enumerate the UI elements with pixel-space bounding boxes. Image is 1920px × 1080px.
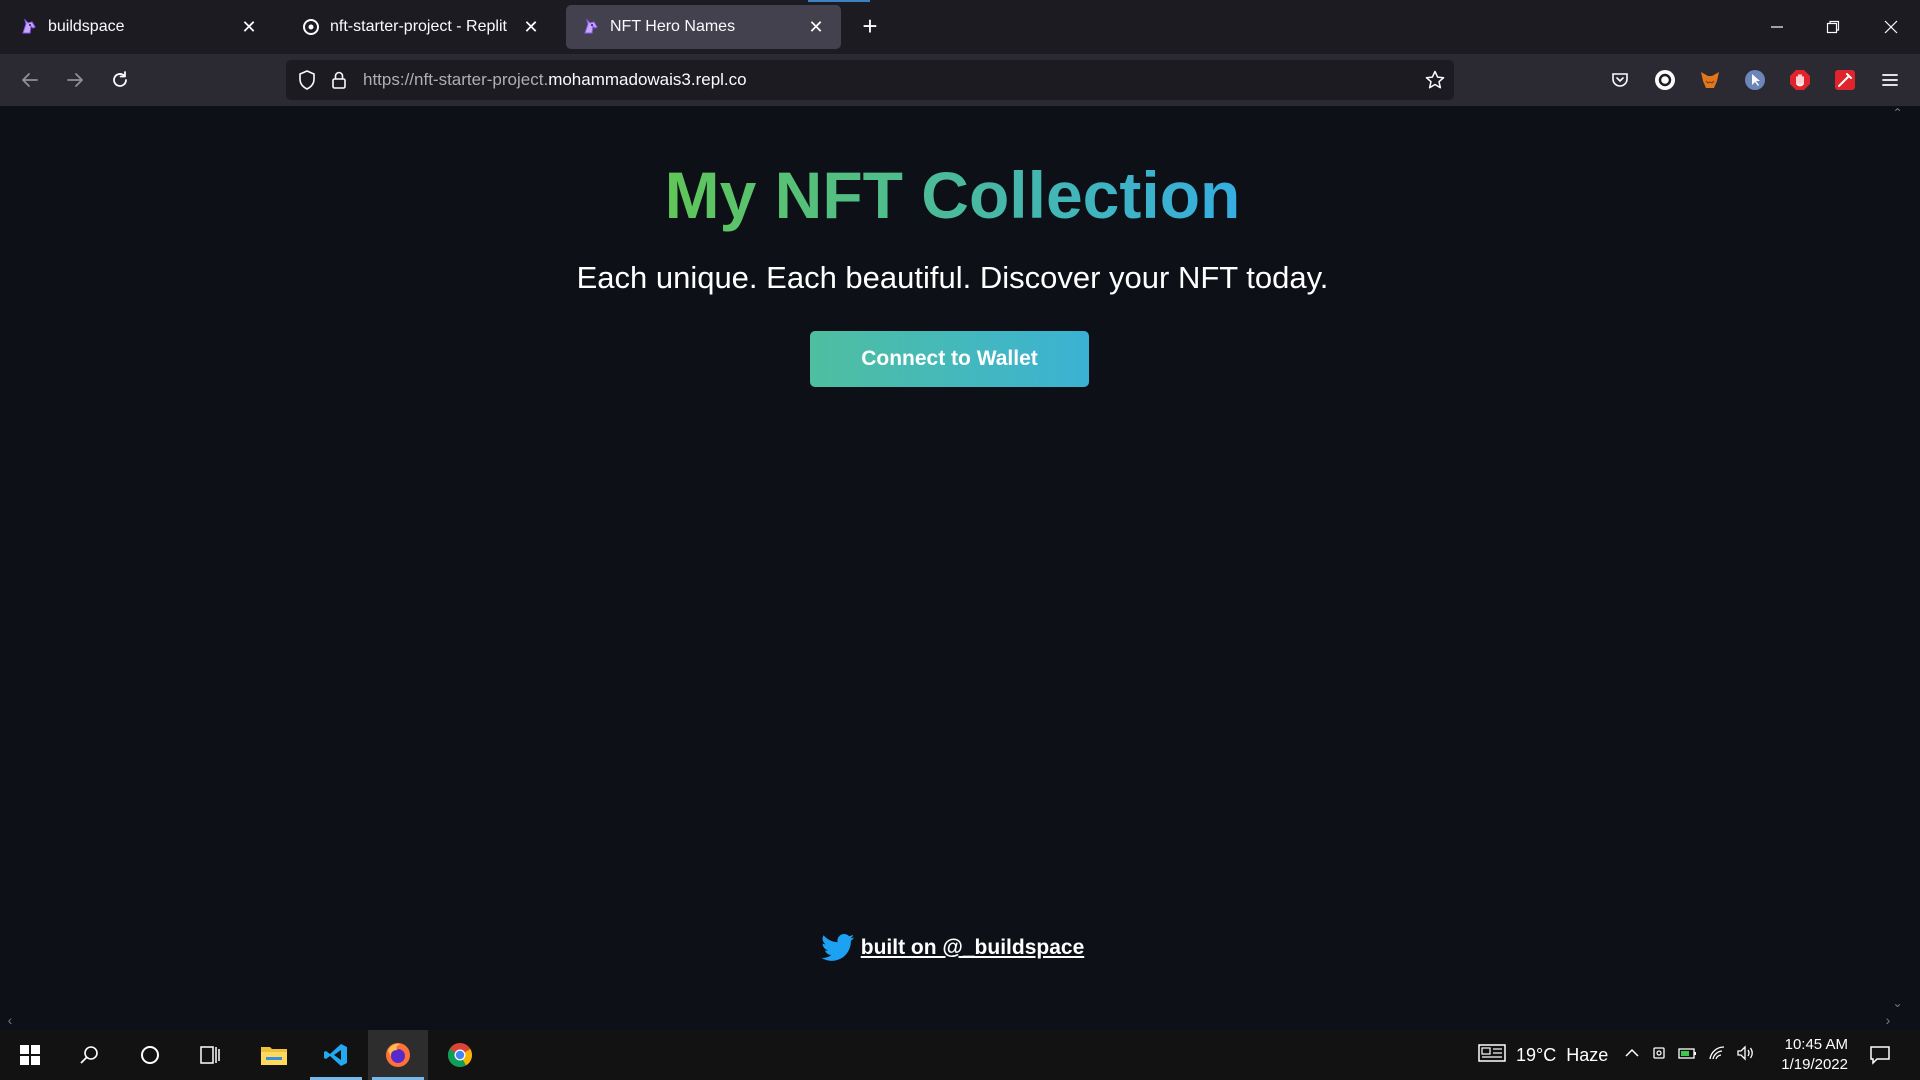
weather-temperature: 19°C <box>1516 1044 1557 1065</box>
screen: buildspace ✕ nft-starter-project - Repli… <box>0 0 1920 1080</box>
weather-news-icon <box>1478 1043 1506 1068</box>
clock-date: 1/19/2022 <box>1781 1056 1848 1073</box>
task-view-icon[interactable] <box>180 1030 240 1080</box>
chevron-up-icon[interactable] <box>1624 1046 1640 1064</box>
color-picker-extension-icon[interactable] <box>1831 66 1859 94</box>
windows-start-icon[interactable] <box>0 1030 60 1080</box>
battery-icon[interactable] <box>1678 1045 1698 1066</box>
clock[interactable]: 10:45 AM 1/19/2022 <box>1768 1035 1848 1075</box>
volume-icon[interactable] <box>1736 1044 1756 1066</box>
tab-buildspace[interactable]: buildspace ✕ <box>4 5 274 49</box>
url-prefix: https://nft-starter-project. <box>363 70 549 89</box>
browser-toolbar: https://nft-starter-project.mohammadowai… <box>0 54 1920 106</box>
footer: built on @_buildspace <box>0 934 1905 962</box>
cursor-extension-icon[interactable] <box>1741 66 1769 94</box>
notification-center-icon[interactable] <box>1852 1030 1908 1080</box>
tab-replit[interactable]: nft-starter-project - Replit ✕ <box>286 5 556 49</box>
minimize-icon[interactable] <box>1762 12 1792 42</box>
file-explorer-icon[interactable] <box>244 1030 304 1080</box>
lock-icon[interactable] <box>330 69 348 96</box>
adblock-hand-icon[interactable] <box>1786 66 1814 94</box>
vscode-icon[interactable] <box>306 1030 366 1080</box>
tab-nft-hero-names[interactable]: NFT Hero Names ✕ <box>566 5 841 49</box>
clock-time: 10:45 AM <box>1784 1036 1848 1053</box>
twitter-icon <box>820 934 855 962</box>
cortana-circle-icon[interactable] <box>120 1030 180 1080</box>
footer-link-buildspace[interactable]: built on @_buildspace <box>861 936 1085 960</box>
unicorn-icon <box>18 16 40 38</box>
replit-icon <box>300 16 322 38</box>
scroll-up-arrow-icon[interactable]: ⌃ <box>1890 106 1905 122</box>
scroll-left-arrow-icon[interactable]: ‹ <box>2 1012 18 1028</box>
new-tab-plus-icon[interactable]: + <box>856 11 884 41</box>
connect-wallet-button[interactable]: Connect to Wallet <box>810 331 1089 387</box>
weather-description: Haze <box>1566 1044 1609 1065</box>
restore-icon[interactable] <box>1818 12 1848 42</box>
bookmark-star-icon[interactable] <box>1424 69 1446 96</box>
close-window-icon[interactable] <box>1876 12 1906 42</box>
unicorn-icon <box>580 16 602 38</box>
opera-extension-icon[interactable] <box>1651 66 1679 94</box>
close-tab-icon[interactable]: ✕ <box>238 16 260 38</box>
tab-title: buildspace <box>48 18 125 35</box>
url-domain: mohammadowais3.repl.co <box>548 70 747 89</box>
url-text[interactable]: https://nft-starter-project.mohammadowai… <box>363 60 747 100</box>
weather-widget[interactable]: 19°C Haze <box>1478 1030 1608 1080</box>
close-tab-icon[interactable]: ✕ <box>805 16 827 38</box>
metamask-fox-icon[interactable] <box>1696 66 1724 94</box>
reload-icon[interactable] <box>104 64 136 96</box>
hamburger-menu-icon[interactable] <box>1876 66 1904 94</box>
tab-title: nft-starter-project - Replit <box>330 18 507 35</box>
chrome-icon[interactable] <box>430 1030 490 1080</box>
scroll-right-arrow-icon[interactable]: › <box>1880 1012 1896 1028</box>
back-arrow-icon[interactable] <box>14 64 46 96</box>
tab-title: NFT Hero Names <box>610 18 736 35</box>
web-page: My NFT Collection Each unique. Each beau… <box>0 106 1905 1030</box>
page-title-text: My NFT Collection <box>664 158 1241 232</box>
scroll-down-arrow-icon[interactable]: ⌄ <box>1890 996 1905 1012</box>
page-subtitle: Each unique. Each beautiful. Discover yo… <box>576 260 1329 295</box>
page-title: My NFT Collection <box>0 150 1905 240</box>
camera-icon[interactable] <box>1652 1045 1668 1066</box>
tab-loading-indicator <box>808 0 870 2</box>
system-tray <box>1624 1030 1756 1080</box>
address-bar[interactable]: https://nft-starter-project.mohammadowai… <box>286 60 1454 100</box>
browser-tab-strip: buildspace ✕ nft-starter-project - Repli… <box>0 0 1920 54</box>
firefox-icon[interactable] <box>368 1030 428 1080</box>
forward-arrow-icon[interactable] <box>59 64 91 96</box>
pocket-icon[interactable] <box>1606 66 1634 94</box>
tracking-protection-shield-icon[interactable] <box>296 69 318 96</box>
windows-taskbar: 19°C Haze 10:45 AM 1/19/2022 <box>0 1030 1920 1080</box>
wifi-icon[interactable] <box>1708 1045 1726 1066</box>
search-icon[interactable] <box>60 1030 120 1080</box>
close-tab-icon[interactable]: ✕ <box>520 16 542 38</box>
